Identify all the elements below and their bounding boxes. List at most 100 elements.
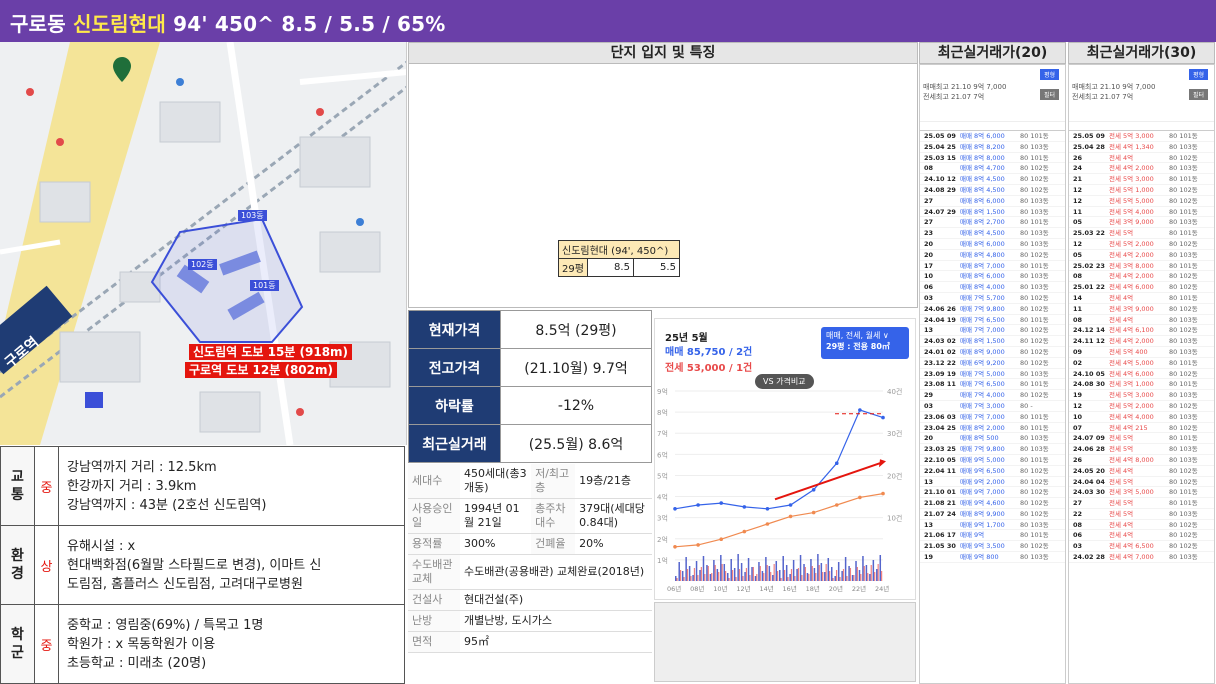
deal-row[interactable]: 03 전세 4억 6,500 80 102동 [1069, 541, 1214, 553]
deal-row[interactable]: 17 매매 8억 7,000 80 101동 [920, 261, 1065, 272]
chart-footer-panel [654, 602, 916, 682]
deal-row[interactable]: 25.05 09 매매 8억 6,000 80 101동 [920, 131, 1065, 142]
deal-row[interactable]: 10 전세 4억 4,000 80 103동 [1069, 412, 1214, 423]
deal-row[interactable]: 13 매매 7억 7,000 80 102동 [920, 325, 1065, 337]
deal-row[interactable]: 25.03 15 매매 8억 8,000 80 101동 [920, 153, 1065, 164]
filter-button[interactable]: 필터 [1039, 89, 1059, 100]
deal-price: 매매 8억 4,700 [960, 164, 1005, 173]
deal-row[interactable]: 21.10 01 매매 9억 7,000 80 102동 [920, 487, 1065, 499]
deal-row[interactable]: 03 매매 7억 5,700 80 102동 [920, 293, 1065, 304]
deal-row[interactable]: 23.08 11 매매 7억 6,500 80 101동 [920, 379, 1065, 391]
deal-row[interactable]: 20 매매 8억 6,000 80 103동 [920, 239, 1065, 250]
bldg-label-102[interactable]: 102동 [188, 259, 217, 270]
deals-list-sale[interactable]: 매매최고 21.10 9억 7,000 전세최고 21.07 7억 평형 필터 25.0… [919, 64, 1066, 684]
location-map[interactable]: 103동 101동 102동 구로역 신도림역 도보 15분 (918m) 구로… [0, 42, 407, 445]
deal-row[interactable]: 20 매매 8억 500 80 103동 [920, 433, 1065, 445]
deal-row[interactable]: 12 전세 5억 2,000 80 102동 [1069, 239, 1214, 250]
deal-row[interactable]: 25.02 23 전세 3억 8,000 80 101동 [1069, 261, 1214, 272]
bldg-label-101[interactable]: 101동 [250, 280, 279, 291]
deal-row[interactable]: 21.06 17 매매 9억 80 101동 [920, 530, 1065, 542]
deal-price: 전세 3억 1,000 [1109, 380, 1154, 389]
deal-row[interactable]: 24.03 02 매매 8억 1,500 80 102동 [920, 336, 1065, 347]
deal-unit: 80 101동 [1169, 293, 1198, 302]
volume-bar [699, 570, 701, 581]
deal-row[interactable]: 03 매매 7억 3,000 80 - [920, 401, 1065, 412]
deal-row[interactable]: 24.08 29 매매 8억 4,500 80 102동 [920, 185, 1065, 196]
deal-row[interactable]: 07 전세 4억 215 80 102동 [1069, 423, 1214, 434]
deal-row[interactable]: 27 매매 8억 6,000 80 103동 [920, 196, 1065, 207]
deal-row[interactable]: 13 매매 9억 2,000 80 102동 [920, 477, 1065, 488]
deal-row[interactable]: 19 매매 9억 800 80 103동 [920, 552, 1065, 563]
deal-row[interactable]: 22 전세 5억 80 103동 [1069, 509, 1214, 520]
deal-row[interactable]: 12 전세 5억 5,000 80 102동 [1069, 196, 1214, 207]
deal-row[interactable]: 24.07 09 전세 5억 80 101동 [1069, 433, 1214, 445]
deal-row[interactable]: 24.01 02 매매 8억 9,000 80 102동 [920, 347, 1065, 358]
deal-row[interactable]: 26 전세 4억 80 102동 [1069, 153, 1214, 164]
deal-row[interactable]: 05 전세 4억 2,000 80 103동 [1069, 250, 1214, 261]
deal-row[interactable]: 24.08 30 전세 3억 1,000 80 101동 [1069, 379, 1214, 391]
deal-row[interactable]: 24.06 26 매매 7억 9,800 80 102동 [920, 304, 1065, 315]
deal-row[interactable]: 24.10 12 매매 8억 4,500 80 102동 [920, 174, 1065, 185]
deals-list-jeonse[interactable]: 매매최고 21.10 9억 7,000 전세최고 21.07 7억 평형 필터 25.0… [1068, 64, 1215, 684]
deal-row[interactable]: 23.06 03 매매 7억 7,000 80 101동 [920, 412, 1065, 423]
deal-row[interactable]: 24.04 19 매매 7억 6,500 80 101동 [920, 315, 1065, 326]
deal-row[interactable]: 06 전세 4억 80 102동 [1069, 530, 1214, 542]
deal-row[interactable]: 08 전세 4억 80 103동 [1069, 315, 1214, 326]
deal-row[interactable]: 24.03 30 전세 3억 5,000 80 101동 [1069, 487, 1214, 499]
deal-row[interactable]: 12 전세 5억 1,000 80 102동 [1069, 185, 1214, 196]
filter-button[interactable]: 필터 [1188, 89, 1208, 100]
deal-row[interactable]: 22.10 05 매매 9억 5,000 80 101동 [920, 455, 1065, 466]
volume-bar-jeonse [766, 565, 768, 581]
deal-row[interactable]: 02 전세 4억 5,000 80 101동 [1069, 358, 1214, 369]
deal-row[interactable]: 23.09 19 매매 7억 5,000 80 103동 [920, 369, 1065, 380]
bldg-label-103[interactable]: 103동 [238, 210, 267, 221]
deal-row[interactable]: 25.03 22 전세 5억 80 101동 [1069, 228, 1214, 239]
volume-bar-jeonse [808, 574, 810, 581]
deal-row[interactable]: 11 전세 5억 4,000 80 101동 [1069, 207, 1214, 218]
deal-row[interactable]: 25.04 28 전세 4억 1,340 80 103동 [1069, 142, 1214, 153]
deal-row[interactable]: 26 전세 4억 8,000 80 103동 [1069, 455, 1214, 466]
deal-row[interactable]: 22.04 11 매매 9억 6,500 80 102동 [920, 466, 1065, 477]
deal-row[interactable]: 06 매매 8억 4,000 80 103동 [920, 282, 1065, 293]
deal-row[interactable]: 05 전세 3억 9,000 80 103동 [1069, 217, 1214, 229]
deal-row[interactable]: 12 전세 5억 2,000 80 102동 [1069, 401, 1214, 412]
deal-row[interactable]: 25.05 09 전세 5억 3,000 80 101동 [1069, 131, 1214, 142]
deal-row[interactable]: 21.07 24 매매 8억 9,900 80 102동 [920, 509, 1065, 520]
deal-row[interactable]: 08 전세 4억 2,000 80 102동 [1069, 271, 1214, 283]
deal-row[interactable]: 19 전세 5억 3,000 80 103동 [1069, 390, 1214, 401]
deal-row[interactable]: 10 매매 8억 6,000 80 103동 [920, 271, 1065, 283]
deal-row[interactable]: 14 전세 4억 80 101동 [1069, 293, 1214, 304]
deal-row[interactable]: 08 전세 4억 80 102동 [1069, 520, 1214, 531]
deal-row[interactable]: 08 매매 8억 4,700 80 102동 [920, 163, 1065, 175]
deal-row[interactable]: 24.10 05 전세 4억 6,000 80 102동 [1069, 369, 1214, 380]
deal-row[interactable]: 25.01 22 전세 4억 6,000 80 102동 [1069, 282, 1214, 293]
deal-row[interactable]: 23.03 25 매매 7억 9,800 80 103동 [920, 444, 1065, 455]
deal-row[interactable]: 24.06 28 전세 5억 80 103동 [1069, 444, 1214, 455]
deal-row[interactable]: 24.07 29 매매 8억 1,500 80 103동 [920, 207, 1065, 218]
deal-row[interactable]: 23.04 25 매매 8억 2,000 80 101동 [920, 423, 1065, 434]
deal-row[interactable]: 24.11 12 전세 4억 2,000 80 103동 [1069, 336, 1214, 347]
deal-row[interactable]: 24.05 20 전세 4억 80 102동 [1069, 466, 1214, 477]
deal-row[interactable]: 23 매매 8억 4,500 80 103동 [920, 228, 1065, 239]
deal-row[interactable]: 23.12 22 매매 6억 9,200 80 102동 [920, 358, 1065, 369]
deal-row[interactable]: 21 전세 5억 3,000 80 101동 [1069, 174, 1214, 185]
deal-row[interactable]: 24.02 28 전세 4억 7,000 80 103동 [1069, 552, 1214, 563]
price-chart[interactable]: 25년 5월 매매 85,750 / 2건 전세 53,000 / 1건 매매,… [654, 318, 916, 600]
deal-row[interactable]: 27 매매 8억 2,700 80 101동 [920, 217, 1065, 229]
size-button[interactable]: 평형 [1039, 69, 1059, 80]
deal-row[interactable]: 29 매매 7억 4,000 80 102동 [920, 390, 1065, 401]
deal-unit: 80 103동 [1169, 455, 1198, 464]
deal-row[interactable]: 21.08 21 매매 9억 4,600 80 102동 [920, 498, 1065, 509]
deal-row[interactable]: 24.04 04 전세 5억 80 102동 [1069, 477, 1214, 488]
deal-row[interactable]: 27 전세 5억 80 101동 [1069, 498, 1214, 509]
deal-row[interactable]: 25.04 25 매매 8억 8,200 80 103동 [920, 142, 1065, 153]
deal-row[interactable]: 11 전세 3억 9,000 80 102동 [1069, 304, 1214, 315]
deal-row[interactable]: 13 매매 9억 1,700 80 103동 [920, 520, 1065, 531]
size-button[interactable]: 평형 [1188, 69, 1208, 80]
deal-unit: 80 102동 [1020, 488, 1049, 497]
deal-row[interactable]: 20 매매 8억 4,800 80 102동 [920, 250, 1065, 261]
deal-row[interactable]: 24.12 14 전세 4억 6,100 80 102동 [1069, 325, 1214, 337]
deal-row[interactable]: 24 전세 4억 2,000 80 103동 [1069, 163, 1214, 175]
deal-row[interactable]: 21.05 30 매매 9억 3,500 80 102동 [920, 541, 1065, 553]
deal-row[interactable]: 09 전세 5억 400 80 103동 [1069, 347, 1214, 358]
